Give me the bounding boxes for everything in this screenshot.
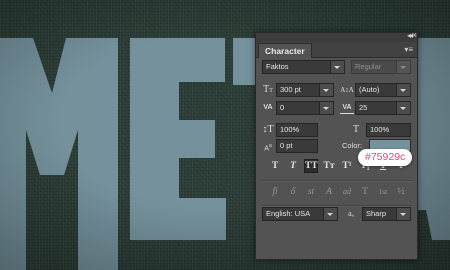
baseline-shift-input[interactable]: 0 pt — [276, 139, 318, 153]
swash-button[interactable]: A — [322, 185, 336, 199]
chevron-down-icon[interactable] — [319, 102, 333, 114]
titling-button[interactable]: T — [358, 185, 372, 199]
font-size-value: 300 pt — [280, 85, 301, 94]
kerning-value: 0 — [280, 103, 285, 112]
collapse-icon[interactable]: ◂◂ — [407, 31, 413, 40]
tracking-dropdown[interactable]: 25 — [355, 101, 411, 115]
leading-value: (Auto) — [359, 85, 380, 94]
faux-bold-button[interactable]: T — [268, 159, 282, 173]
chevron-down-icon[interactable] — [323, 208, 337, 220]
antialias-icon: aₐ — [348, 209, 354, 218]
small-caps-button[interactable]: Tт — [322, 159, 336, 173]
ordinals-button[interactable]: 1st — [376, 185, 390, 199]
leading-icon: A↕A — [340, 86, 354, 94]
kerning-dropdown[interactable]: 0 — [276, 101, 334, 115]
vertical-scale-icon: ↕T — [262, 124, 274, 135]
font-style-value: Regular — [355, 62, 382, 71]
character-panel: ◂◂ × Character ▾≡ Faktos Regular TT 300 … — [255, 30, 418, 260]
fractions-button[interactable]: ½ — [394, 185, 408, 199]
font-size-icon: TT — [263, 84, 273, 95]
faux-italic-button[interactable]: T — [286, 159, 300, 173]
tracking-value: 25 — [359, 103, 368, 112]
chevron-down-icon[interactable] — [330, 61, 344, 73]
panel-menu-icon[interactable]: ▾≡ — [404, 45, 413, 54]
discretionary-ligatures-button[interactable]: st — [304, 185, 318, 199]
divider — [262, 180, 412, 182]
superscript-button[interactable]: T¹ — [340, 159, 354, 173]
chevron-down-icon[interactable] — [396, 102, 410, 114]
tab-character[interactable]: Character — [258, 43, 312, 58]
antialias-dropdown[interactable]: Sharp — [362, 207, 411, 221]
stylistic-alternates-button[interactable]: ad — [340, 185, 354, 199]
chevron-down-icon[interactable] — [396, 208, 410, 220]
color-label: Color: — [342, 141, 363, 150]
leading-dropdown[interactable]: (Auto) — [355, 83, 411, 97]
color-hex-tooltip: #75929c — [358, 149, 413, 166]
font-family-dropdown[interactable]: Faktos — [262, 60, 345, 74]
tracking-icon: VA — [340, 101, 354, 114]
antialias-value: Sharp — [366, 209, 387, 218]
language-dropdown[interactable]: English: USA — [262, 207, 338, 221]
chevron-down-icon[interactable] — [396, 84, 410, 96]
chevron-down-icon[interactable] — [396, 61, 410, 73]
vertical-scale-input[interactable]: 100% — [276, 123, 318, 137]
panel-tabbar: Character ▾≡ — [256, 42, 417, 58]
font-style-dropdown[interactable]: Regular — [351, 60, 411, 74]
opentype-buttons: fi ổ st A ad T 1st ½ — [268, 185, 408, 199]
font-size-dropdown[interactable]: 300 pt — [276, 83, 334, 97]
chevron-down-icon[interactable] — [319, 84, 333, 96]
ligatures-button[interactable]: fi — [268, 185, 282, 199]
kerning-icon: VA — [263, 104, 273, 111]
horizontal-scale-icon: T — [352, 124, 360, 135]
font-family-value: Faktos — [266, 62, 289, 71]
horizontal-scale-input[interactable]: 100% — [366, 123, 411, 137]
baseline-shift-icon: Aa — [264, 143, 272, 153]
alternates-button[interactable]: ổ — [286, 185, 300, 199]
close-icon[interactable]: × — [412, 30, 417, 40]
all-caps-button[interactable]: TT — [304, 159, 318, 173]
language-value: English: USA — [266, 209, 311, 218]
